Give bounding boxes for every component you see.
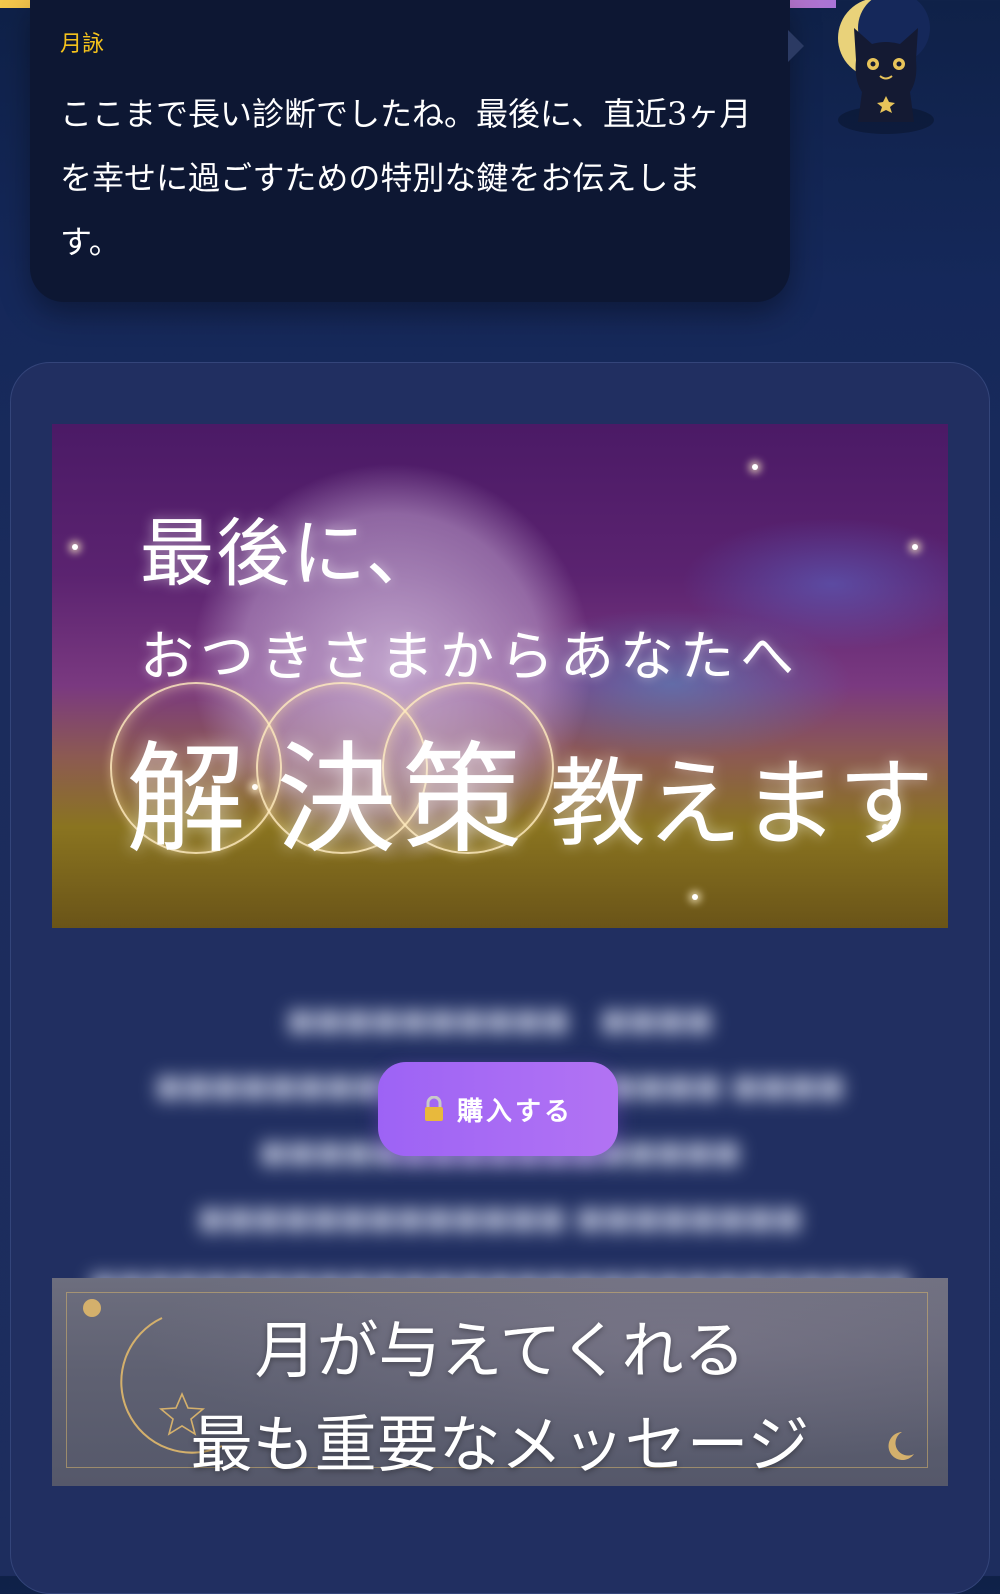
purchase-button[interactable]: 購入する [378, 1062, 618, 1156]
banner-line-1: 最後に、 [140, 511, 442, 597]
speaker-name: 月詠 [60, 32, 105, 57]
highlight-char-3: 策 [402, 731, 522, 870]
message-line-1: 月が与えてくれる [254, 1314, 746, 1387]
chat-message: ここまで長い診断でしたね。最後に、直近3ヶ月を幸せに過ごすための特別な鍵をお伝え… [60, 95, 752, 261]
bubble-tail [788, 30, 804, 62]
message-banner: 月が与えてくれる 最も重要なメッセージ [52, 1278, 948, 1486]
highlight-char-1: 解 [126, 731, 246, 870]
chat-bubble: 月詠 ここまで長い診断でしたね。最後に、直近3ヶ月を幸せに過ごすための特別な鍵を… [30, 0, 790, 302]
cat-avatar-icon [838, 0, 934, 134]
lock-icon [423, 1095, 445, 1122]
banner-tail: 教えます [550, 748, 934, 860]
banner-line-2: おつきさまからあなたへ [140, 625, 800, 688]
highlight-char-2: 決 [276, 731, 396, 870]
message-line-2: 最も重要なメッセージ [190, 1408, 810, 1481]
solution-banner: 最後に、 おつきさまからあなたへ 解 決 策 教えます [52, 424, 948, 928]
purchase-label: 購入する [456, 1096, 573, 1127]
